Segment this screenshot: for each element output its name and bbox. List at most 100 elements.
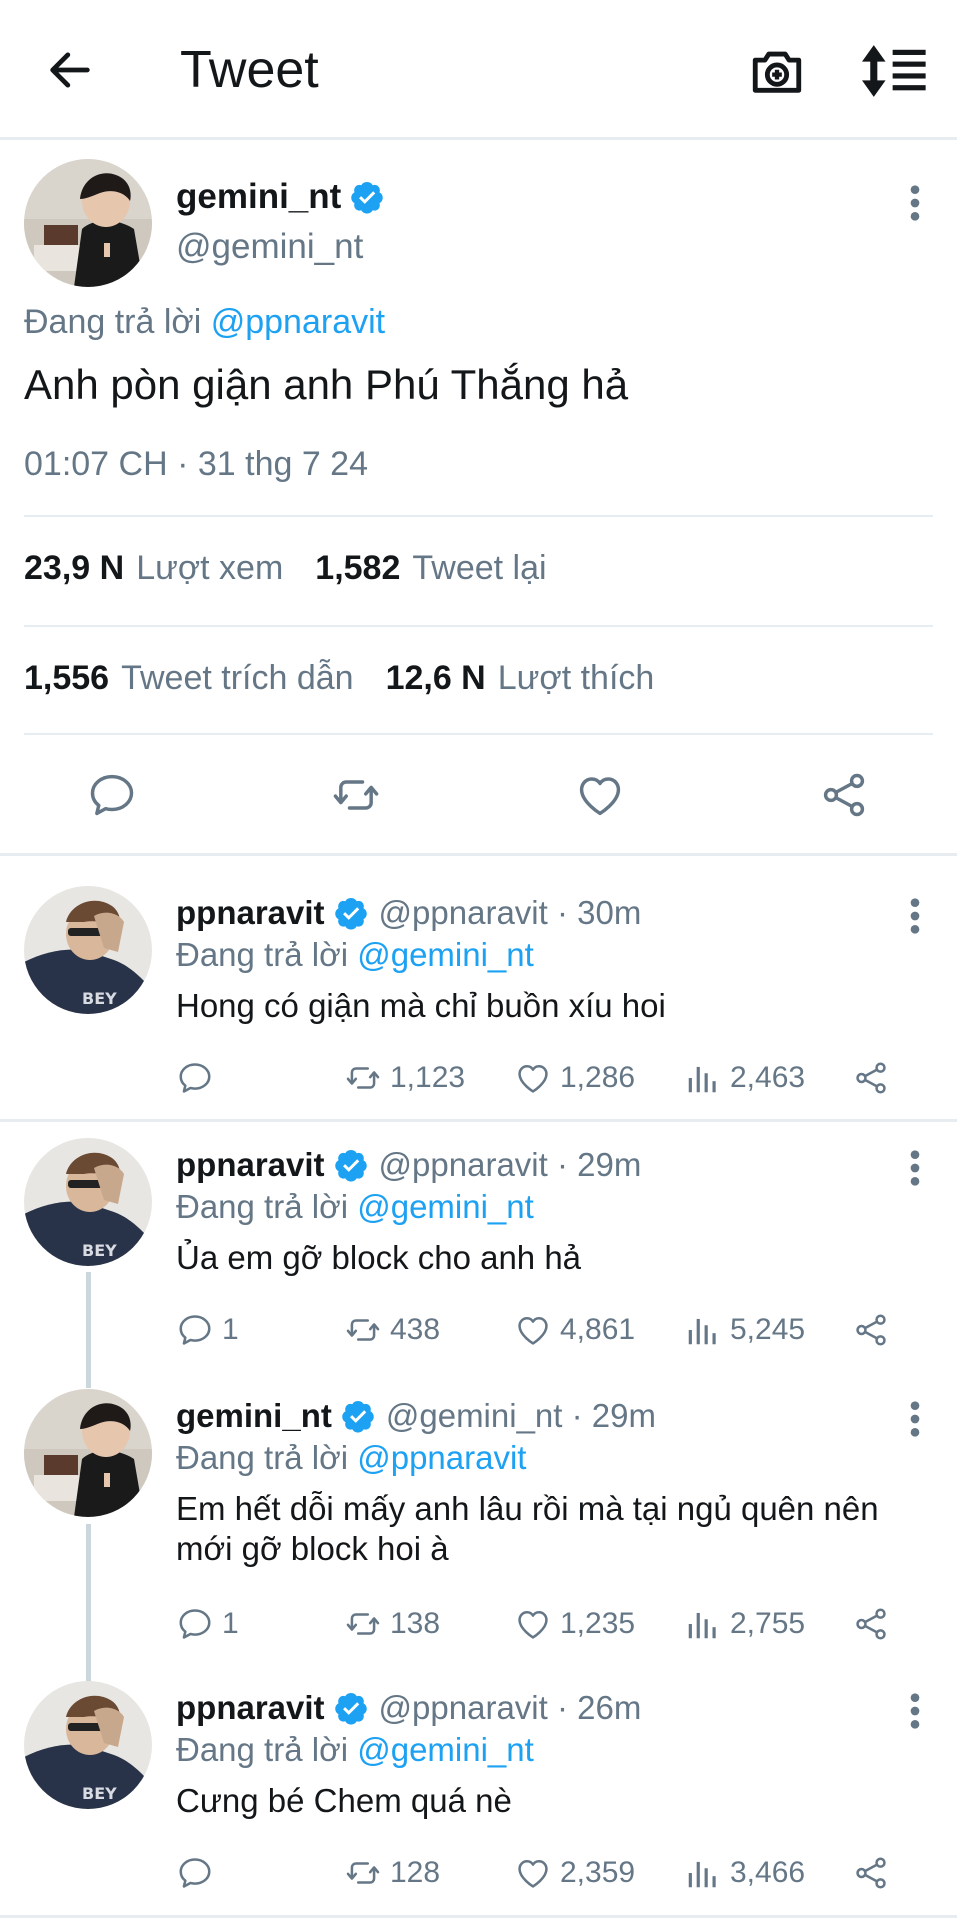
avatar[interactable] — [24, 159, 152, 287]
heart-icon — [514, 1059, 552, 1097]
author-handle: @ppnaravit · 30m — [378, 894, 642, 931]
divider — [24, 733, 933, 735]
like-button[interactable]: 1,286 — [514, 1056, 635, 1100]
reply-icon[interactable] — [86, 769, 138, 821]
avatar[interactable] — [24, 886, 152, 1014]
retweet-button[interactable]: 1,123 — [344, 1056, 465, 1100]
reply-icon — [176, 1059, 214, 1097]
reply-icon — [176, 1605, 214, 1643]
more-options-icon[interactable] — [903, 1691, 927, 1731]
like-button[interactable]: 4,861 — [514, 1308, 635, 1352]
views-button[interactable]: 2,463 — [684, 1056, 805, 1100]
avatar[interactable] — [24, 1389, 152, 1517]
verified-badge-icon — [349, 179, 385, 215]
views-button[interactable]: 2,755 — [684, 1602, 805, 1646]
retweet-icon — [344, 1311, 382, 1349]
reply-tweet[interactable]: ppnaravit @ppnaravit · 26m Đang trả lời … — [0, 1651, 957, 1920]
tweet-text: Anh pòn giận anh Phú Thắng hả — [24, 361, 629, 408]
views-stat[interactable]: 23,9 N Lượt xem — [24, 549, 283, 588]
sort-list-icon[interactable] — [862, 42, 928, 100]
avatar[interactable] — [24, 1138, 152, 1266]
author-handle: @ppnaravit · 26m — [378, 1689, 642, 1726]
reply-tweet[interactable]: gemini_nt @gemini_nt · 29m Đang trả lời … — [0, 1359, 957, 1659]
share-icon — [852, 1854, 890, 1892]
reply-to-link[interactable]: @gemini_nt — [357, 936, 534, 973]
reply-header: gemini_nt @gemini_nt · 29m — [176, 1397, 656, 1435]
verified-badge-icon — [333, 1690, 369, 1726]
author-name[interactable]: gemini_nt — [176, 177, 385, 217]
share-button[interactable] — [852, 1308, 898, 1352]
reply-to-link[interactable]: @gemini_nt — [357, 1188, 534, 1225]
share-button[interactable] — [852, 1851, 898, 1895]
action-bar: 128 2,359 3,466 — [176, 1851, 916, 1895]
retweet-button[interactable]: 128 — [344, 1851, 440, 1895]
heart-icon — [514, 1311, 552, 1349]
reply-to-link[interactable]: @ppnaravit — [357, 1439, 526, 1476]
retweet-icon — [344, 1854, 382, 1892]
retweet-button[interactable]: 138 — [344, 1602, 440, 1646]
share-button[interactable] — [852, 1056, 898, 1100]
views-button[interactable]: 3,466 — [684, 1851, 805, 1895]
reply-header: ppnaravit @ppnaravit · 29m — [176, 1146, 641, 1184]
replying-to: Đang trả lời @gemini_nt — [176, 1731, 534, 1768]
verified-badge-icon — [333, 1147, 369, 1183]
replying-to: Đang trả lời @gemini_nt — [176, 936, 534, 973]
reply-icon — [176, 1854, 214, 1892]
arrow-left-icon[interactable] — [44, 44, 96, 96]
more-options-icon[interactable] — [903, 183, 927, 223]
retweet-button[interactable]: 438 — [344, 1308, 440, 1352]
reply-to-link[interactable]: @gemini_nt — [357, 1731, 534, 1768]
tweet-text: Em hết dỗi mấy anh lâu rồi mà tại ngủ qu… — [176, 1490, 879, 1567]
reply-button[interactable] — [176, 1056, 222, 1100]
verified-badge-icon — [333, 895, 369, 931]
author-handle: @gemini_nt — [176, 227, 364, 266]
camera-plus-icon[interactable] — [748, 42, 806, 100]
replying-to: Đang trả lời @ppnaravit — [176, 1439, 527, 1476]
reply-tweet[interactable]: ppnaravit @ppnaravit · 30m Đang trả lời … — [0, 856, 957, 1119]
share-icon[interactable] — [818, 769, 870, 821]
views-icon — [684, 1059, 722, 1097]
likes-stat[interactable]: 12,6 N Lượt thích — [386, 659, 655, 698]
main-tweet: gemini_nt @gemini_nt Đang trả lời @ppnar… — [0, 143, 957, 855]
reply-button[interactable] — [176, 1851, 222, 1895]
share-icon — [852, 1311, 890, 1349]
author-name[interactable]: ppnaravit — [176, 1689, 325, 1727]
author-name-text: gemini_nt — [176, 177, 342, 216]
author-name[interactable]: gemini_nt — [176, 1397, 332, 1435]
like-button[interactable]: 2,359 — [514, 1851, 635, 1895]
heart-icon — [514, 1854, 552, 1892]
replying-to: Đang trả lời @ppnaravit — [24, 303, 386, 341]
author-handle: @ppnaravit · 29m — [378, 1146, 642, 1183]
like-icon[interactable] — [574, 769, 626, 821]
reply-tweet[interactable]: ppnaravit @ppnaravit · 29m Đang trả lời … — [0, 1108, 957, 1358]
reply-button[interactable]: 1 — [176, 1602, 239, 1646]
author-handle: @gemini_nt · 29m — [385, 1397, 656, 1434]
verified-badge-icon — [340, 1398, 376, 1434]
retweets-stat[interactable]: 1,582 Tweet lại — [315, 549, 546, 588]
tweet-timestamp: 01:07 CH · 31 thg 7 24 — [24, 445, 369, 483]
replying-to: Đang trả lời @gemini_nt — [176, 1188, 534, 1225]
more-options-icon[interactable] — [903, 1399, 927, 1439]
section-divider — [0, 1915, 957, 1918]
reply-header: ppnaravit @ppnaravit · 30m — [176, 894, 641, 932]
action-bar: 1 138 1,235 2,755 — [176, 1602, 916, 1646]
like-button[interactable]: 1,235 — [514, 1602, 635, 1646]
reply-to-link[interactable]: @ppnaravit — [211, 303, 385, 341]
reply-button[interactable]: 1 — [176, 1308, 239, 1352]
share-icon — [852, 1605, 890, 1643]
views-icon — [684, 1854, 722, 1892]
tweet-text: Ủa em gỡ block cho anh hả — [176, 1239, 582, 1276]
more-options-icon[interactable] — [903, 1148, 927, 1188]
views-button[interactable]: 5,245 — [684, 1308, 805, 1352]
avatar[interactable] — [24, 1681, 152, 1809]
retweet-icon — [344, 1605, 382, 1643]
quotes-stat[interactable]: 1,556 Tweet trích dẫn — [24, 659, 354, 698]
retweet-icon[interactable] — [330, 769, 382, 821]
views-icon — [684, 1311, 722, 1349]
share-button[interactable] — [852, 1602, 898, 1646]
views-icon — [684, 1605, 722, 1643]
author-name[interactable]: ppnaravit — [176, 1146, 325, 1184]
author-name[interactable]: ppnaravit — [176, 894, 325, 932]
more-options-icon[interactable] — [903, 896, 927, 936]
tweet-actions — [0, 769, 957, 839]
